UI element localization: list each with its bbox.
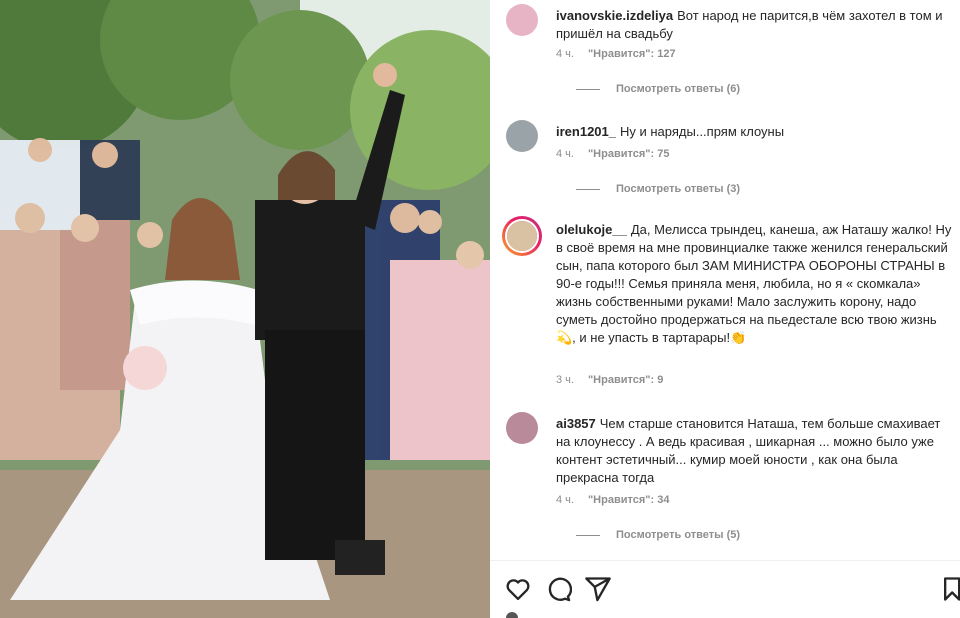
view-replies-label: Посмотреть ответы (6) [616, 83, 741, 95]
comment-text-block: iren1201_ Ну и наряды...прям клоуны [556, 123, 952, 141]
comment-likes[interactable]: "Нравится": 127 [588, 48, 676, 60]
share-icon[interactable] [584, 575, 612, 603]
replies-divider [576, 188, 600, 190]
action-bar [490, 560, 960, 618]
comment-meta: 3 ч. "Нравится": 9 [556, 374, 663, 386]
comment-body: Да, Мелисса трындец, канеша, аж Наташу ж… [556, 222, 952, 345]
avatar[interactable] [502, 216, 542, 256]
comment-meta: 4 ч. "Нравится": 127 [556, 48, 676, 60]
comment-time: 4 ч. [556, 148, 574, 160]
heart-icon[interactable] [504, 575, 532, 603]
comment-meta: 4 ч. "Нравится": 75 [556, 148, 669, 160]
comment-text-block: olelukoje__ Да, Мелисса трындец, канеша, … [556, 221, 952, 347]
comment-text-block: ivanovskie.izdeliya Вот народ не парится,… [556, 7, 952, 43]
avatar[interactable] [506, 120, 538, 152]
comment-username[interactable]: ivanovskie.izdeliya [556, 8, 673, 23]
comment-username[interactable]: iren1201_ [556, 124, 616, 139]
view-replies-label: Посмотреть ответы (3) [616, 183, 741, 195]
comment-username[interactable]: ai3857 [556, 416, 596, 431]
view-replies-label: Посмотреть ответы (5) [616, 529, 741, 541]
avatar [506, 612, 518, 618]
comment-likes[interactable]: "Нравится": 34 [588, 494, 669, 506]
comment-icon[interactable] [544, 575, 572, 603]
comment-likes[interactable]: "Нравится": 75 [588, 148, 669, 160]
view-replies-button[interactable]: Посмотреть ответы (3) [576, 183, 740, 195]
comments-panel: ivanovskie.izdeliya Вот народ не парится,… [490, 0, 960, 618]
comment-username[interactable]: olelukoje__ [556, 222, 627, 237]
post-photo[interactable] [0, 0, 490, 618]
bookmark-icon[interactable] [942, 575, 960, 603]
comment-body: Чем старше становится Наташа, тем больше… [556, 416, 941, 485]
view-replies-button[interactable]: Посмотреть ответы (5) [576, 529, 740, 541]
comment-time: 3 ч. [556, 374, 574, 386]
comment-time: 4 ч. [556, 494, 574, 506]
comment-time: 4 ч. [556, 48, 574, 60]
avatar[interactable] [506, 412, 538, 444]
comment-body: Ну и наряды...прям клоуны [620, 124, 785, 139]
comment-likes[interactable]: "Нравится": 9 [588, 374, 663, 386]
replies-divider [576, 88, 600, 90]
avatar[interactable] [506, 4, 538, 36]
wedding-photo-illustration [0, 0, 490, 618]
comment-text-block: ai3857 Чем старше становится Наташа, тем … [556, 415, 952, 487]
replies-divider [576, 534, 600, 536]
view-replies-button[interactable]: Посмотреть ответы (6) [576, 83, 740, 95]
comment-meta: 4 ч. "Нравится": 34 [556, 494, 669, 506]
